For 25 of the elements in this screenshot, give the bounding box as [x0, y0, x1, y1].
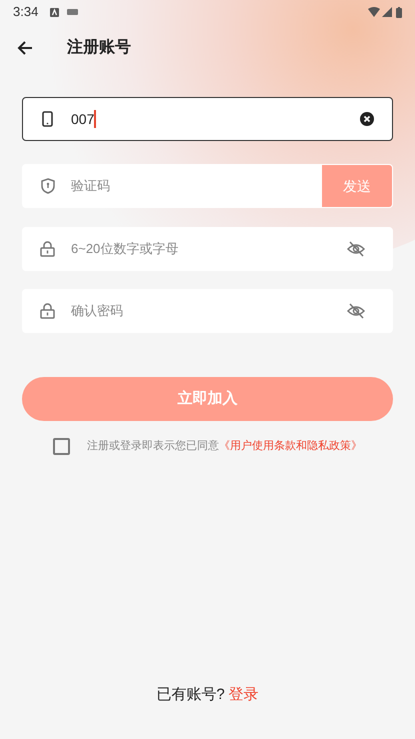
back-icon[interactable] [17, 40, 33, 56]
login-link[interactable]: 登录 [228, 684, 259, 706]
agreement-checkbox[interactable] [53, 438, 70, 455]
wifi-icon [368, 7, 380, 17]
terms-link[interactable]: 《用户使用条款和隐私政策》 [219, 438, 362, 455]
input-field[interactable]: 007 [22, 97, 393, 141]
send-button[interactable]: 发送 [322, 165, 392, 207]
input-field[interactable]: 验证码 发送 [22, 164, 393, 208]
lock-icon [40, 303, 55, 319]
input-field[interactable]: 确认密码 [22, 289, 393, 333]
footer-text: 已有账号? [156, 684, 225, 704]
status-time: 3:34 [13, 3, 38, 22]
join-button[interactable]: 立即加入 [22, 377, 393, 421]
eye-off-icon[interactable] [347, 303, 365, 319]
lock-icon [40, 241, 55, 257]
phone-icon [42, 111, 53, 127]
keyboard-icon [67, 9, 78, 15]
signal-icon [382, 7, 392, 17]
page-title: 注册账号 [67, 37, 131, 58]
shield-icon [40, 178, 54, 194]
agreement-text: 注册或登录即表示您已同意 [87, 438, 219, 454]
eye-off-icon[interactable] [347, 241, 365, 257]
input-field[interactable]: 6~20位数字或字母 [22, 227, 393, 271]
battery-icon [396, 6, 402, 18]
clear-icon[interactable] [360, 112, 374, 126]
